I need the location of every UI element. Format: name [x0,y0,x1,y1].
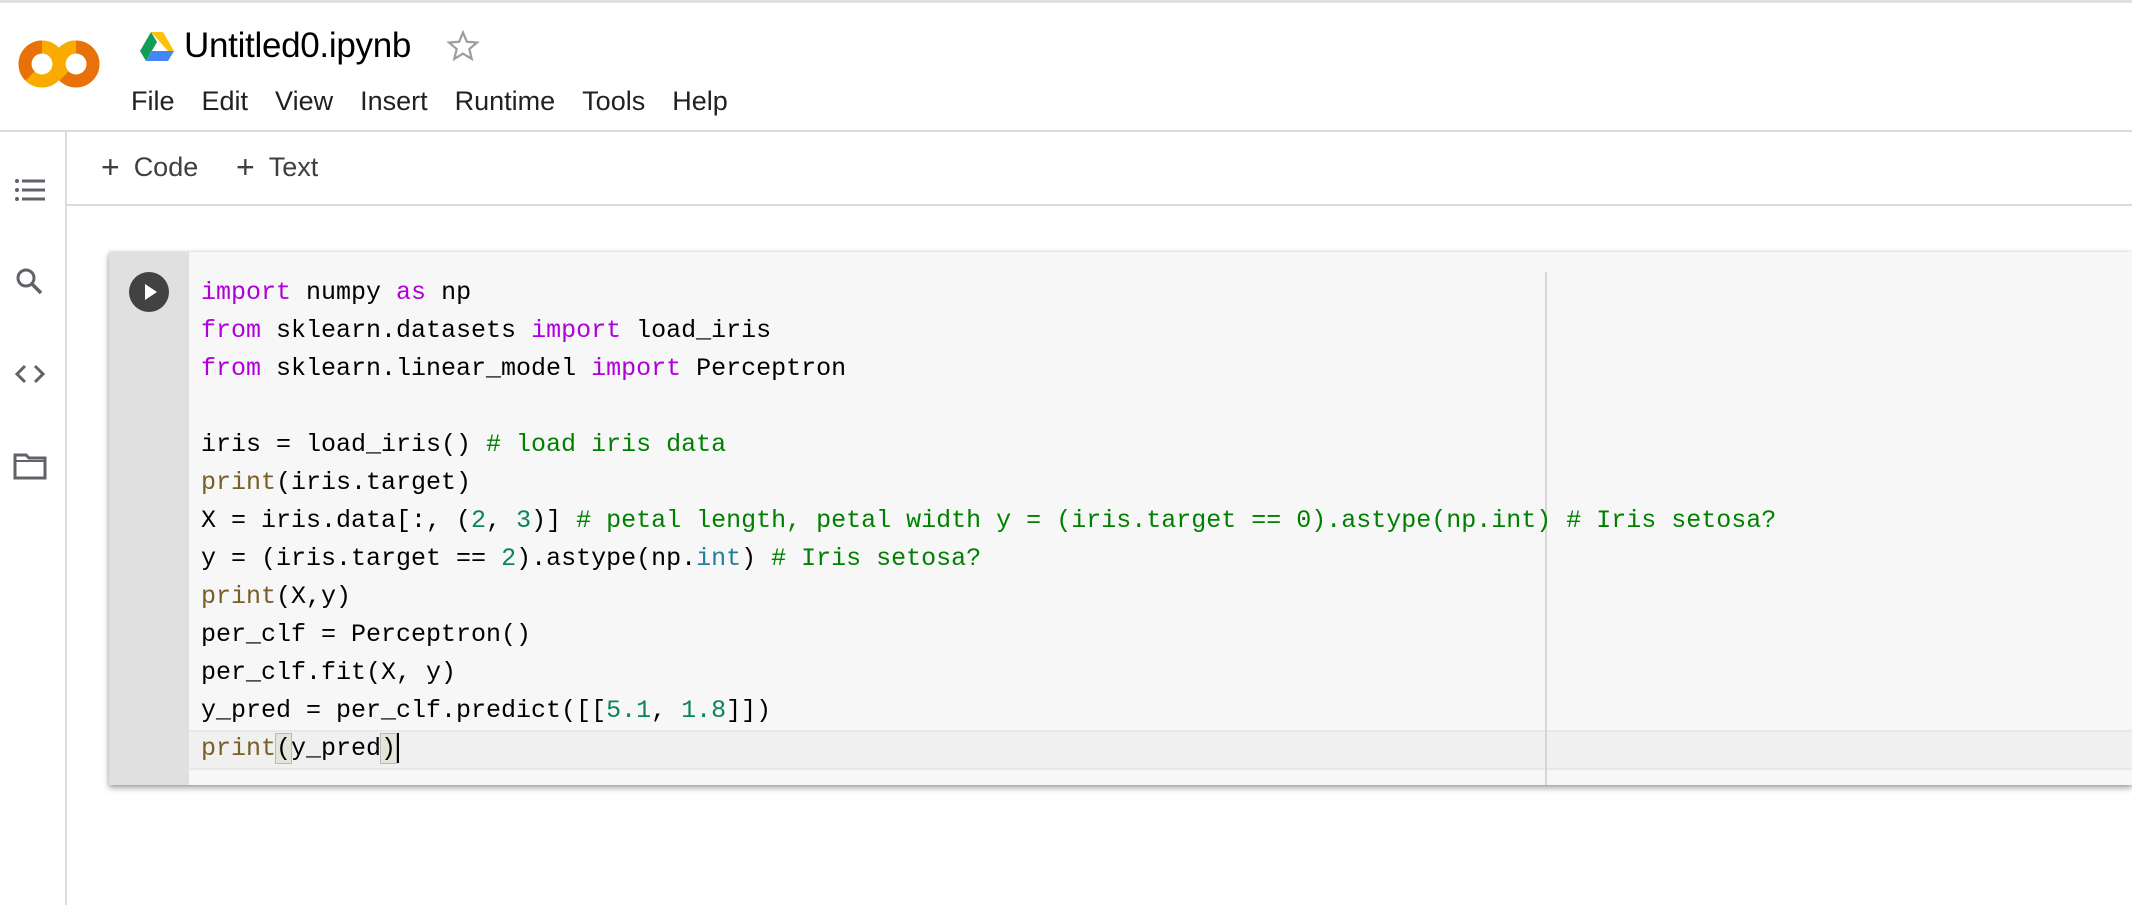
files-icon[interactable] [12,448,48,484]
code-line[interactable]: per_clf = Perceptron() [201,616,1776,654]
code-token: sklearn.linear_model [261,354,592,383]
code-token: sklearn.datasets [261,316,532,345]
code-token: load_iris [621,316,772,345]
code-token: 2 [471,506,487,535]
add-code-cell-button[interactable]: + Code [101,149,198,186]
code-token: X = iris.data[:, ( [201,506,472,535]
code-token: 5.1 [606,696,652,725]
code-line[interactable]: iris = load_iris() # load iris data [201,426,1776,464]
code-token: ( [275,733,293,764]
menu-file[interactable]: File [131,83,175,120]
code-line[interactable]: y_pred = per_clf.predict([[5.1, 1.8]]) [201,692,1776,730]
add-text-label: Text [268,152,319,182]
menu-help[interactable]: Help [672,83,728,120]
code-token: import [531,316,622,345]
code-line[interactable]: per_clf.fit(X, y) [201,654,1776,692]
code-token: per_clf.fit(X, y) [201,658,457,687]
code-token: print [201,468,277,497]
code-token: Perceptron [681,354,847,383]
header: Untitled0.ipynb File Edit View Insert Ru… [0,3,2132,132]
menu-tools[interactable]: Tools [582,83,645,120]
code-token: )] [531,506,577,535]
code-token: 1.8 [681,696,727,725]
code-token: numpy [291,278,397,307]
menu-view[interactable]: View [275,83,333,120]
code-line[interactable] [201,388,1776,426]
code-token: , [486,506,517,535]
cell-gutter [109,252,189,785]
menu-runtime[interactable]: Runtime [455,83,556,120]
plus-icon: + [101,149,120,185]
code-token: 3 [516,506,532,535]
code-token: iris = load_iris() [201,430,487,459]
title-row: Untitled0.ipynb [140,21,481,71]
code-token: y = (iris.target == [201,544,502,573]
code-token: ]]) [726,696,772,725]
notebook-title[interactable]: Untitled0.ipynb [184,26,411,66]
search-icon[interactable] [12,264,48,300]
notebook-toolbar: + Code + Text [67,132,2132,206]
star-outline-icon[interactable] [445,28,481,64]
code-token: 2 [501,544,517,573]
code-token: , [651,696,682,725]
code-line[interactable]: print(X,y) [201,578,1776,616]
left-rail [0,132,67,905]
code-token: import [591,354,682,383]
code-token: per_clf = Perceptron() [201,620,532,649]
code-token: as [396,278,427,307]
add-text-cell-button[interactable]: + Text [236,149,318,186]
plus-icon: + [236,149,255,185]
code-line[interactable]: from sklearn.linear_model import Percept… [201,350,1776,388]
code-token: print [201,582,277,611]
code-token: (iris.target) [276,468,472,497]
code-token: ) [741,544,772,573]
code-token: np [426,278,472,307]
code-token: from [201,354,262,383]
google-drive-icon[interactable] [140,31,174,61]
menu-insert[interactable]: Insert [360,83,428,120]
code-token: # Iris setosa? [771,544,982,573]
code-line[interactable]: import numpy as np [201,274,1776,312]
code-token: int [696,544,742,573]
code-line[interactable]: X = iris.data[:, (2, 3)] # petal length,… [201,502,1776,540]
code-token: (X,y) [276,582,352,611]
code-line[interactable]: print(iris.target) [201,464,1776,502]
run-cell-button[interactable] [129,272,169,312]
code-snippets-icon[interactable] [12,356,48,392]
code-token: # petal length, petal width y = (iris.ta… [576,506,1777,535]
code-token: ).astype(np. [516,544,697,573]
colab-logo[interactable] [18,39,100,89]
code-line[interactable]: y = (iris.target == 2).astype(np.int) # … [201,540,1776,578]
code-token: print [201,734,277,763]
text-cursor [397,733,400,764]
code-token: y_pred = per_clf.predict([[ [201,696,607,725]
code-token: from [201,316,262,345]
add-code-label: Code [133,152,199,182]
code-token: import [201,278,292,307]
code-token: # load iris data [486,430,727,459]
code-token: ) [380,733,398,764]
table-of-contents-icon[interactable] [12,172,48,208]
code-line[interactable]: print(y_pred) [201,730,1776,768]
code-line[interactable]: from sklearn.datasets import load_iris [201,312,1776,350]
code-editor[interactable]: import numpy as np from sklearn.datasets … [201,274,1776,768]
menu-edit[interactable]: Edit [202,83,249,120]
code-cell[interactable]: import numpy as np from sklearn.datasets … [109,252,2132,785]
code-token: y_pred [291,734,382,763]
menu-bar: File Edit View Insert Runtime Tools Help [131,83,755,120]
